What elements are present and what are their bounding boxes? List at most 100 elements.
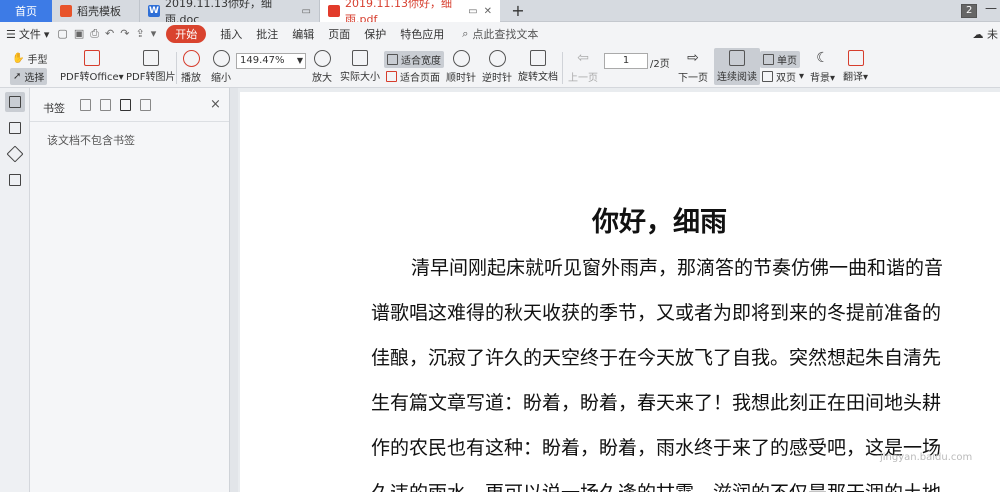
thumbnail-panel-toggle[interactable] (5, 118, 25, 138)
bookmark-panel-toggle[interactable] (5, 92, 25, 112)
fit-page-icon (386, 71, 397, 82)
arrow-left-icon: ⇦ (577, 50, 589, 66)
prev-page-label: 上一页 (568, 73, 598, 84)
collapse-bookmarks-icon[interactable] (100, 99, 111, 111)
find-text-search[interactable]: ⌕ 点此查找文本 (462, 26, 538, 42)
tab-monitor-icon[interactable]: ▭ (302, 6, 311, 17)
annotation-panel-toggle[interactable] (5, 144, 25, 164)
fit-width-button[interactable]: 适合宽度 (384, 51, 444, 68)
rotate-counterclockwise-button[interactable]: 逆时针 (482, 50, 512, 84)
pdf-to-image-button[interactable]: PDF转图片 (126, 50, 175, 83)
pdf-file-icon (328, 5, 340, 17)
new-tab-button[interactable]: + (508, 1, 528, 21)
file-menu[interactable]: ☰ 文件 ▾ (6, 26, 49, 42)
rotate-clockwise-button[interactable]: 顺时针 (446, 50, 476, 84)
file-menu-label: 文件 (18, 28, 41, 41)
select-tool-button[interactable]: ➚ 选择 (10, 68, 48, 85)
panel-splitter[interactable] (230, 88, 238, 492)
chevron-down-icon: ▾ (118, 72, 124, 83)
continuous-read-icon (729, 50, 745, 66)
zoom-level-select[interactable]: 149.47% ▼ (236, 53, 306, 69)
minimize-icon[interactable]: — (985, 1, 997, 15)
no-bookmarks-message: 该文档不包含书签 (47, 134, 135, 147)
background-button[interactable]: ☾ 背景▾ (810, 50, 835, 84)
paragraph-line: 清早间刚起床就听见窗外雨声，那滴答的节奏仿佛一曲和谐的音 (411, 257, 944, 279)
print-icon[interactable]: ⎙ (90, 27, 99, 41)
separator (176, 52, 177, 84)
double-page-icon (762, 71, 773, 82)
translate-label: 翻译 (843, 72, 863, 83)
tab-docer-templates[interactable]: 稻壳模板 (52, 0, 140, 22)
chevron-down-icon[interactable]: ▾ (151, 27, 157, 41)
hand-tool-button[interactable]: ✋ 手型 (12, 51, 47, 66)
rotate-cw-label: 顺时针 (446, 73, 476, 84)
word-doc-icon: W (148, 5, 160, 17)
background-label: 背景 (810, 73, 830, 84)
bookmark-panel: 书签 × 该文档不包含书签 (30, 88, 230, 492)
tab-home[interactable]: 首页 (0, 0, 52, 22)
undo-icon[interactable]: ↶ (105, 27, 114, 41)
hand-icon: ✋ (12, 53, 25, 64)
tab-close-icon[interactable]: ✕ (484, 6, 492, 17)
window-count-badge[interactable]: 2 (961, 4, 978, 18)
save-icon[interactable]: ▣ (74, 27, 84, 41)
cloud-label: 未 (987, 28, 998, 41)
rotate-doc-label: 旋转文档 (518, 72, 558, 83)
double-page-button[interactable]: 双页 ▾ (762, 69, 804, 84)
translate-button[interactable]: 翻译▾ (843, 50, 868, 83)
menu-edit[interactable]: 编辑 (292, 26, 314, 42)
delete-bookmark-icon[interactable] (140, 99, 151, 111)
fit-page-label: 适合页面 (400, 73, 440, 84)
hand-tool-label: 手型 (27, 55, 48, 66)
single-page-icon (763, 54, 774, 65)
open-folder-icon[interactable]: ▢ (57, 27, 67, 41)
divider (30, 121, 229, 122)
docer-logo-icon (60, 5, 72, 17)
tab-pdf-file[interactable]: 2019.11.13你好，细雨.pdf ▭ ✕ (320, 0, 500, 26)
translate-icon (847, 50, 864, 66)
paragraph-line: 佳酿，沉寂了许久的天空终于在今天放飞了自我。突然想起朱自清先 (371, 347, 942, 369)
add-bookmark-icon[interactable] (120, 99, 131, 111)
single-page-button[interactable]: 单页 (760, 51, 800, 68)
continuous-read-button[interactable]: 连续阅读 (714, 48, 760, 85)
actual-size-button[interactable]: 实际大小 (340, 50, 380, 83)
side-icon-strip (0, 88, 30, 492)
tab-docer-label: 稻壳模板 (77, 5, 121, 18)
zoom-in-button[interactable]: 放大 (312, 50, 332, 84)
play-button[interactable]: 播放 (181, 50, 201, 84)
pdf-to-image-label: PDF转图片 (126, 72, 176, 83)
fit-width-label: 适合宽度 (401, 56, 441, 67)
bookmark-tools (80, 99, 151, 111)
zoom-out-button[interactable]: 缩小 (211, 50, 231, 84)
close-icon[interactable]: × (210, 97, 221, 112)
next-page-button[interactable]: ⇨ 下一页 (678, 50, 708, 84)
redo-icon[interactable]: ↷ (120, 27, 129, 41)
export-icon[interactable]: ⇪ (135, 27, 144, 41)
cloud-sync-status[interactable]: ☁ 未 (973, 26, 999, 42)
start-tab[interactable]: 开始 (166, 25, 207, 43)
ribbon-toolbar: ✋ 手型 ➚ 选择 PDF转Office▾ PDF转图片 播放 缩小 149.4… (0, 46, 1000, 88)
menu-insert[interactable]: 插入 (220, 26, 242, 42)
document-page[interactable]: 你好，细雨 清早间刚起床就听见窗外雨声，那滴答的节奏仿佛一曲和谐的音 谱歌唱这难… (240, 92, 1000, 492)
tab-monitor-icon[interactable]: ▭ (468, 6, 477, 17)
attachment-panel-toggle[interactable] (5, 170, 25, 190)
menu-page[interactable]: 页面 (328, 26, 350, 42)
pdf-to-office-button[interactable]: PDF转Office▾ (60, 50, 124, 83)
cloud-icon: ☁ (972, 28, 984, 41)
chevron-down-icon: ▼ (296, 56, 303, 65)
pdf-convert-icon (83, 50, 100, 66)
prev-page-button[interactable]: ⇦ 上一页 (568, 50, 598, 84)
fit-page-button[interactable]: 适合页面 (386, 69, 440, 84)
expand-bookmarks-icon[interactable] (80, 99, 91, 111)
menu-annotate[interactable]: 批注 (256, 26, 278, 42)
select-tool-label: 选择 (24, 73, 45, 84)
menu-features[interactable]: 特色应用 (400, 26, 444, 42)
page-number-input[interactable]: 1 (604, 53, 648, 69)
zoom-in-icon (313, 50, 331, 67)
tab-doc-file[interactable]: W 2019.11.13你好，细雨.doc ▭ (140, 0, 320, 26)
separator (562, 52, 563, 84)
menu-protect[interactable]: 保护 (364, 26, 386, 42)
rotate-cw-icon (452, 50, 470, 67)
search-icon: ⌕ (462, 27, 469, 40)
rotate-document-button[interactable]: 旋转文档 (518, 50, 558, 83)
